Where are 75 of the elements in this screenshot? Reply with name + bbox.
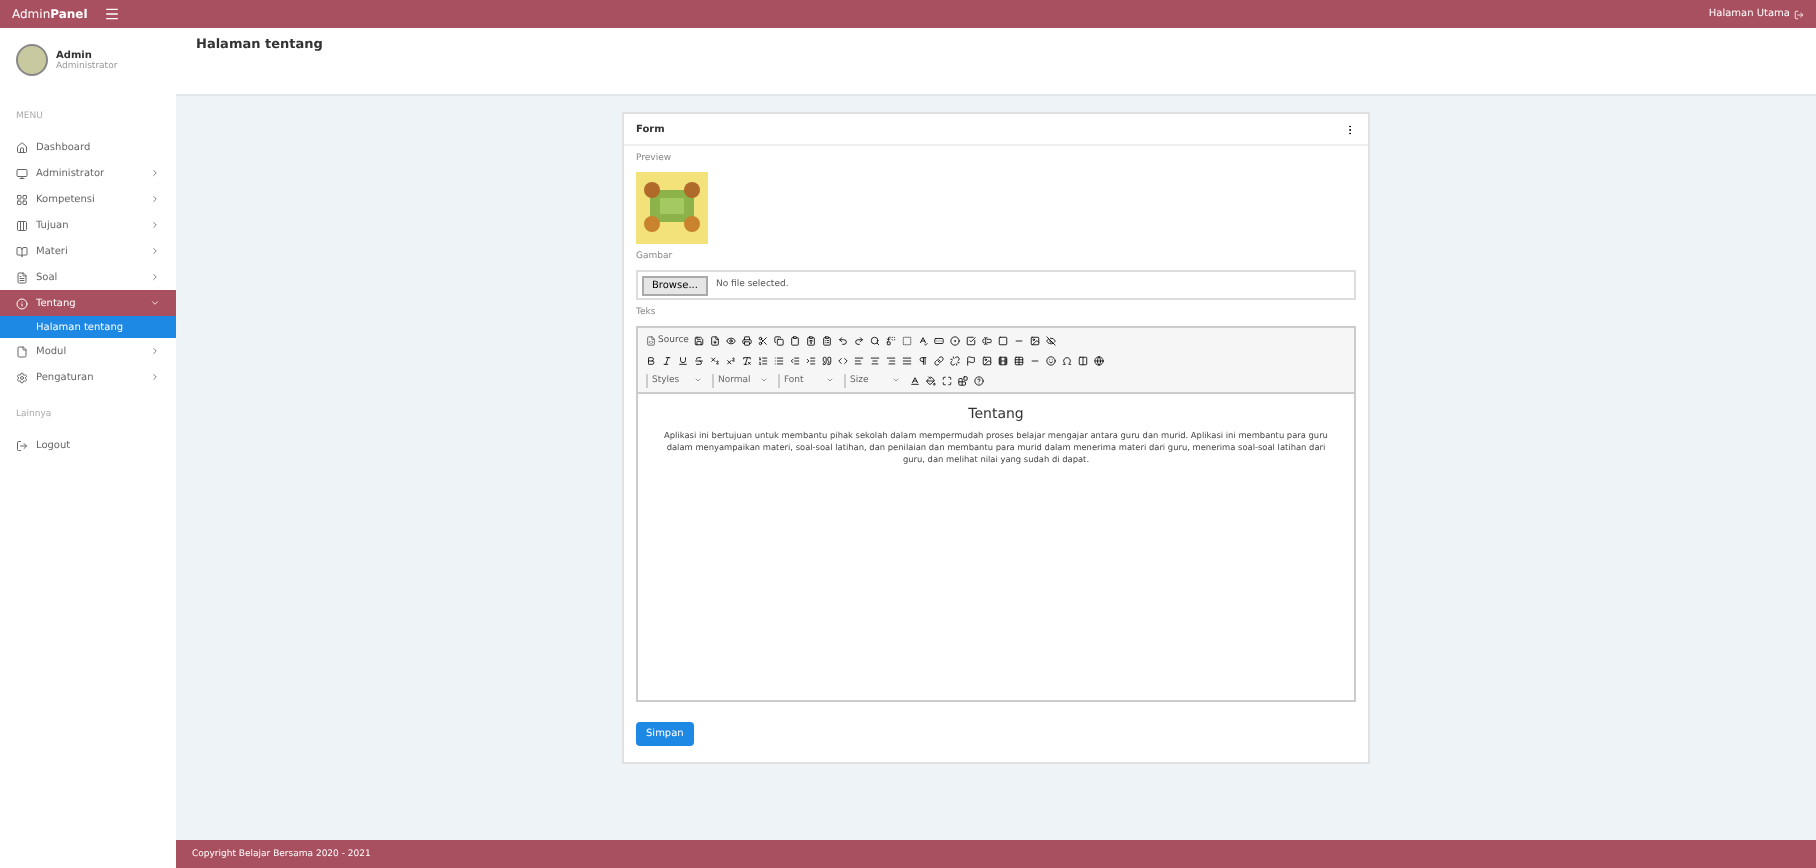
paste-text-icon	[806, 335, 817, 345]
rich-text-editor[interactable]	[636, 326, 1356, 702]
strikethrough-icon	[694, 355, 704, 365]
outdent-icon	[790, 355, 800, 365]
menu-icon	[103, 6, 120, 22]
omega-icon	[1062, 355, 1072, 365]
button-icon	[998, 335, 1009, 345]
smiley-icon	[1046, 355, 1056, 365]
text-color-icon	[910, 375, 920, 385]
book-icon	[16, 245, 28, 257]
paste-icon	[790, 335, 801, 345]
chevron-icon	[150, 272, 160, 282]
background-color-icon	[926, 375, 936, 385]
chevron-icon	[150, 346, 160, 356]
preview-icon	[726, 335, 737, 345]
justify-icon	[902, 355, 912, 365]
image-button-icon	[1030, 335, 1041, 345]
blocks-icon	[958, 375, 968, 385]
document-icon	[16, 271, 28, 283]
logout-icon	[16, 439, 28, 451]
link-icon	[934, 355, 944, 365]
code-icon	[838, 355, 848, 365]
hidden-field-icon	[1046, 335, 1057, 345]
search-icon	[870, 335, 881, 345]
bullet-list-icon	[774, 355, 784, 365]
clear-format-icon	[742, 355, 752, 365]
image-icon	[982, 355, 992, 365]
checkbox-icon	[966, 335, 977, 345]
paste-word-icon	[822, 335, 833, 345]
source-icon	[646, 335, 656, 345]
chevron-icon	[150, 194, 160, 204]
monitor-icon	[16, 167, 28, 179]
italic-icon	[662, 355, 672, 365]
text-field-icon	[982, 335, 993, 345]
undo-icon	[838, 335, 849, 345]
chevron-icon	[150, 168, 160, 178]
print-icon	[742, 335, 753, 345]
copy-icon	[774, 335, 785, 345]
new-page-icon	[710, 335, 721, 345]
numbered-list-icon	[758, 355, 768, 365]
chevron-icon	[150, 246, 160, 256]
indent-icon	[806, 355, 816, 365]
redo-icon	[854, 335, 865, 345]
logout-icon	[1794, 9, 1804, 19]
table-icon	[1014, 355, 1024, 365]
radio-icon	[950, 335, 961, 345]
anchor-flag-icon	[966, 355, 976, 365]
subscript-icon	[710, 355, 720, 365]
file-icon	[16, 345, 28, 357]
home-icon	[16, 141, 28, 153]
columns-icon	[16, 219, 28, 231]
line-icon	[1014, 335, 1025, 345]
bold-icon	[646, 355, 656, 365]
avatar	[16, 44, 48, 76]
align-center-icon	[870, 355, 880, 365]
save-icon	[694, 335, 705, 345]
chevron-icon	[150, 220, 160, 230]
underline-icon	[678, 355, 688, 365]
quote-icon	[822, 355, 832, 365]
superscript-icon	[726, 355, 736, 365]
grid-icon	[16, 193, 28, 205]
align-left-icon	[854, 355, 864, 365]
info-icon	[16, 297, 28, 309]
maximize-icon	[942, 375, 952, 385]
help-icon	[974, 375, 984, 385]
spellcheck-icon	[918, 335, 929, 345]
replace-icon	[886, 335, 897, 345]
unlink-icon	[950, 355, 960, 365]
paragraph-icon	[918, 355, 928, 365]
align-right-icon	[886, 355, 896, 365]
horizontal-rule-icon	[1030, 355, 1040, 365]
chevron-icon	[150, 298, 160, 308]
video-icon	[998, 355, 1008, 365]
settings-icon	[16, 371, 28, 383]
chevron-icon	[150, 372, 160, 382]
